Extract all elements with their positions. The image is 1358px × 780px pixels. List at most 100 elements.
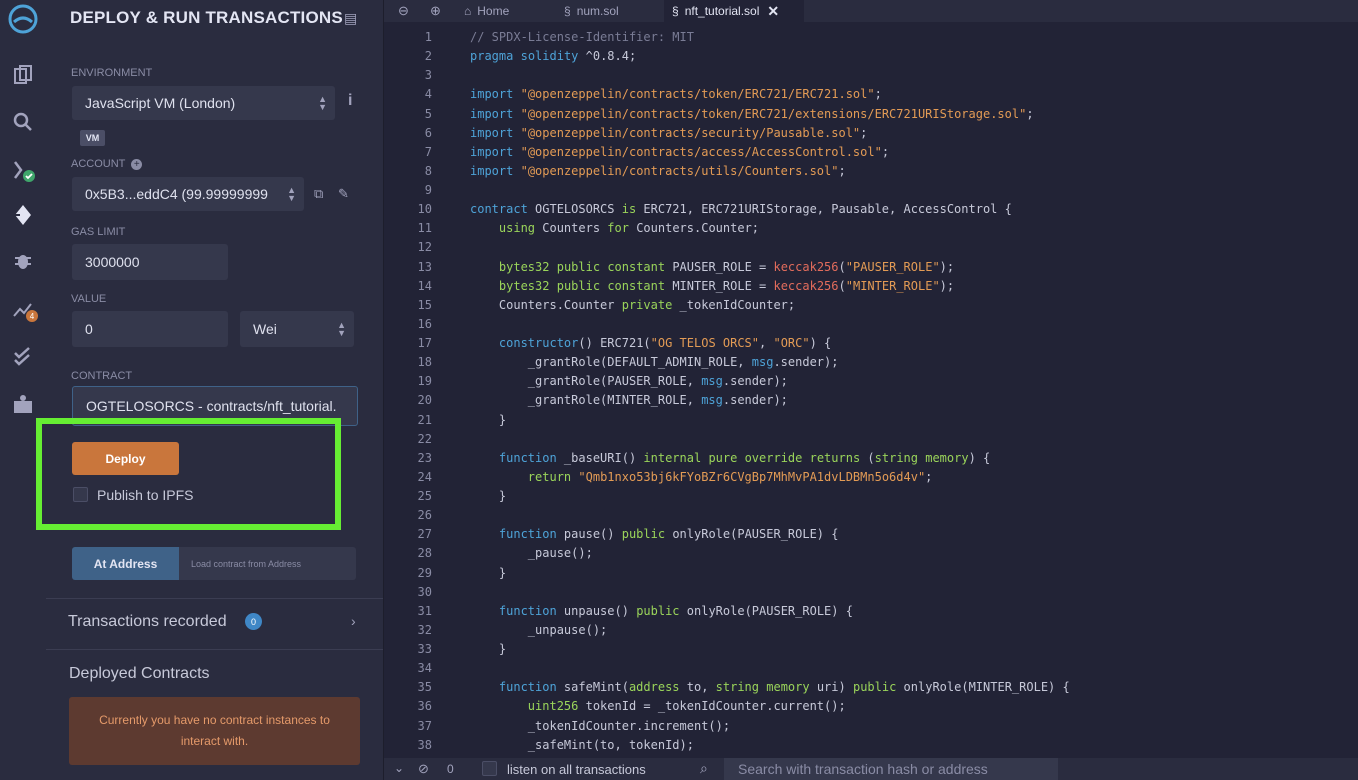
account-select[interactable]: 0x5B3...eddC4 (99.99999999 ▲ ▼	[72, 177, 304, 211]
line-number: 1	[424, 30, 432, 44]
line-number: 4	[424, 87, 432, 102]
line-number: 23	[417, 450, 432, 465]
environment-label: ENVIRONMENT	[71, 67, 153, 79]
line-number: 7	[424, 144, 432, 159]
documentation-icon[interactable]: ▤	[344, 10, 357, 27]
line-number: 24	[417, 469, 432, 484]
publish-ipfs-label: Publish to IPFS	[97, 487, 194, 503]
debugger-icon[interactable]	[0, 244, 46, 278]
code-line: contract OGTELOSORCS is ERC721, ERC721UR…	[470, 202, 1012, 217]
learneth-icon[interactable]	[0, 388, 46, 422]
code-line: }	[470, 412, 507, 427]
zoom-out-icon[interactable]: ⊖	[398, 3, 409, 19]
select-arrows-icon: ▲ ▼	[287, 185, 296, 203]
line-number: 27	[417, 527, 432, 542]
tab-home[interactable]: ⌂ Home	[464, 0, 554, 22]
line-number: 14	[417, 278, 432, 293]
code-line: _grantRole(PAUSER_ROLE, msg.sender);	[470, 374, 788, 389]
contract-value: OGTELOSORCS - contracts/nft_tutorial.	[86, 398, 337, 414]
add-account-icon[interactable]: +	[131, 159, 143, 170]
pending-tx-count: 0	[447, 762, 454, 776]
gas-limit-input[interactable]: 3000000	[72, 244, 228, 280]
deploy-run-icon[interactable]	[0, 198, 46, 232]
sign-message-icon[interactable]: ✎	[338, 186, 349, 202]
at-address-button[interactable]: At Address	[72, 547, 179, 580]
transactions-recorded-row[interactable]: Transactions recorded 0 ›	[46, 598, 383, 650]
value-unit-select[interactable]: Wei ▲ ▼	[240, 311, 354, 347]
zoom-in-icon[interactable]: ⊕	[430, 3, 441, 19]
file-explorer-icon[interactable]	[0, 58, 46, 92]
line-number: 36	[417, 699, 432, 714]
line-number: 28	[417, 546, 432, 561]
listen-all-checkbox[interactable]	[482, 761, 497, 776]
code-line: uint256 tokenId = _tokenIdCounter.curren…	[527, 699, 846, 714]
code-line: }	[470, 489, 507, 503]
contract-label: CONTRACT	[71, 370, 133, 382]
line-number: 31	[417, 603, 432, 618]
solidity-compiler-icon[interactable]	[0, 153, 46, 187]
remix-logo-icon[interactable]	[0, 2, 46, 36]
code-line: import "@openzeppelin/contracts/utils/Co…	[470, 163, 846, 178]
code-line: _safeMint(to, tokenId);	[470, 737, 694, 752]
code-line: import "@openzeppelin/contracts/access/A…	[470, 144, 890, 159]
testing-icon[interactable]	[0, 339, 46, 373]
line-number: 2	[424, 49, 432, 64]
terminal-search-input[interactable]: Search with transaction hash or address	[724, 758, 1058, 780]
tab-nft-tutorial-sol[interactable]: § nft_tutorial.sol ✕	[664, 0, 804, 22]
publish-ipfs-checkbox[interactable]	[73, 487, 88, 502]
line-number: 6	[424, 125, 432, 140]
analytics-icon[interactable]: 4	[0, 292, 46, 326]
value-input[interactable]: 0	[72, 311, 228, 347]
select-arrows-icon: ▲ ▼	[318, 94, 327, 112]
at-address-input[interactable]: Load contract from Address	[179, 547, 356, 580]
line-number: 5	[424, 106, 432, 121]
collapse-terminal-icon[interactable]: ⌄	[394, 761, 404, 775]
line-number: 29	[417, 565, 432, 580]
code-line: constructor() ERC721("OG TELOS ORCS", "O…	[498, 336, 832, 350]
code-content[interactable]: // SPDX-License-Identifier: MIT pragma so…	[470, 28, 1070, 755]
code-line: _tokenIdCounter.increment();	[470, 718, 731, 733]
line-number: 35	[417, 680, 432, 695]
code-line: }	[470, 642, 507, 656]
tab-num-sol[interactable]: § num.sol	[564, 0, 654, 22]
line-number: 21	[417, 412, 432, 427]
contract-select[interactable]: OGTELOSORCS - contracts/nft_tutorial.	[72, 386, 358, 426]
line-number: 32	[417, 622, 432, 637]
search-icon[interactable]	[0, 105, 46, 139]
gas-limit-value: 3000000	[85, 254, 140, 270]
close-tab-icon[interactable]: ✕	[767, 3, 779, 20]
code-line: import "@openzeppelin/contracts/security…	[470, 125, 868, 140]
code-line: function unpause() public onlyRole(PAUSE…	[498, 603, 853, 618]
file-icon: §	[672, 4, 679, 18]
code-line: bytes32 public constant PAUSER_ROLE = ke…	[498, 259, 955, 274]
gas-limit-label: GAS LIMIT	[71, 226, 126, 238]
code-line: import "@openzeppelin/contracts/token/ER…	[470, 106, 1034, 121]
line-number: 16	[417, 316, 432, 331]
line-number: 15	[417, 297, 432, 312]
terminal-bar: ⌄ ⊘ 0 listen on all transactions ⌕ Searc…	[384, 758, 1358, 780]
info-icon[interactable]: i	[348, 92, 352, 110]
panel-title: DEPLOY & RUN TRANSACTIONS	[70, 8, 343, 27]
code-line: _grantRole(DEFAULT_ADMIN_ROLE, msg.sende…	[470, 355, 839, 370]
deploy-button[interactable]: Deploy	[72, 442, 179, 475]
clear-console-icon[interactable]: ⊘	[418, 761, 429, 777]
environment-select[interactable]: JavaScript VM (London) ▲ ▼	[72, 86, 335, 120]
line-number: 34	[417, 661, 432, 676]
copy-icon[interactable]: ⧉	[314, 186, 323, 202]
code-line: import "@openzeppelin/contracts/token/ER…	[470, 87, 882, 102]
line-number: 8	[424, 163, 432, 178]
code-line: _pause();	[470, 546, 593, 561]
line-number: 3	[424, 68, 432, 83]
line-number: 37	[417, 718, 432, 733]
line-number: 30	[417, 584, 432, 599]
chevron-right-icon: ›	[351, 613, 356, 629]
code-line: bytes32 public constant MINTER_ROLE = ke…	[498, 278, 955, 293]
editor-tab-bar: ⊖ ⊕ ⌂ Home § num.sol § nft_tutorial.sol …	[384, 0, 1358, 22]
code-line: _unpause();	[470, 622, 608, 637]
line-number: 11	[417, 221, 432, 236]
